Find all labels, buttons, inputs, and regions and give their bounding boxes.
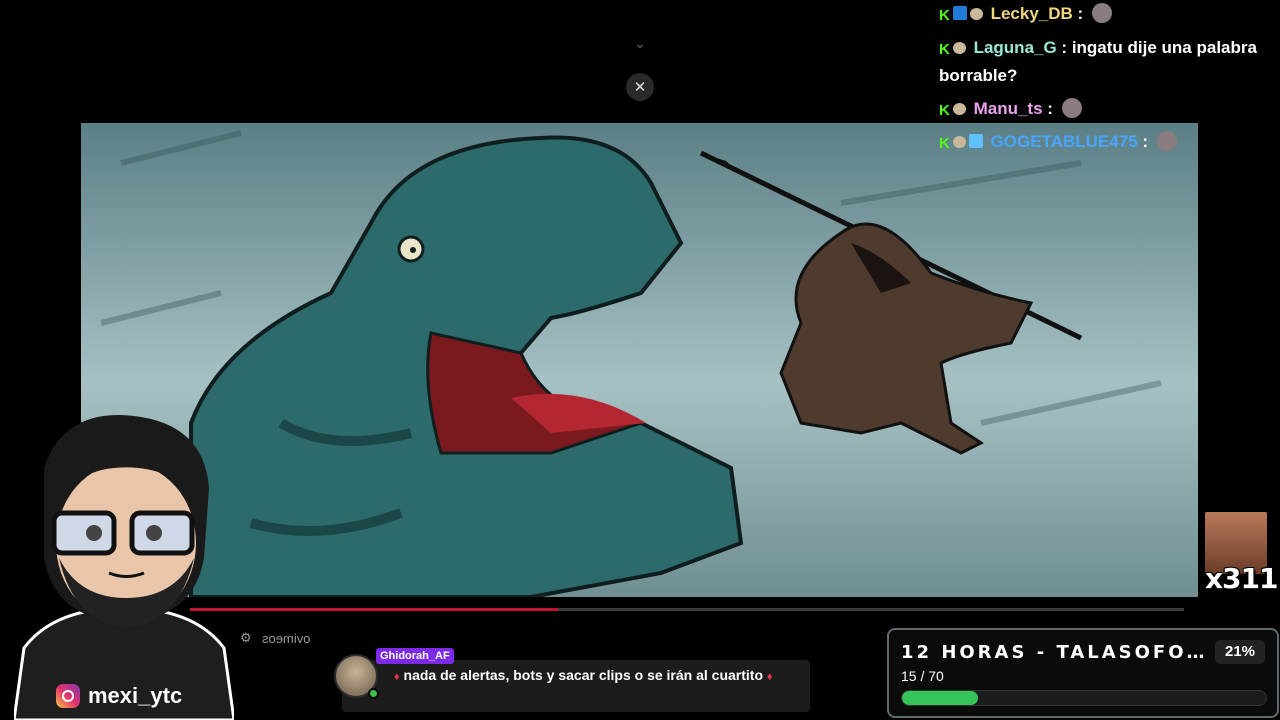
gem-icon: ♦: [394, 671, 400, 683]
goal-title: 12 HORAS - TALASOFO…: [901, 642, 1208, 663]
chat-message: K Lecky_DB :: [939, 0, 1112, 28]
video-progress-fill: [190, 608, 558, 611]
streamer-handle-text: mexi_ytc: [88, 683, 183, 708]
mouse-badge-icon: [952, 42, 966, 54]
kick-badge-icon: K: [939, 7, 950, 24]
emote-icon: [1061, 98, 1082, 118]
chat-username[interactable]: GOGETABLUE475: [991, 132, 1138, 151]
mouse-badge-icon: [952, 103, 966, 115]
mouse-badge-icon: [969, 8, 983, 20]
dinosaur: [189, 135, 744, 597]
highlight-message: nada de alertas, bots y sacar clips o se…: [403, 667, 763, 683]
kick-badge-icon: K: [939, 102, 950, 119]
chat-username[interactable]: Lecky_DB: [991, 4, 1073, 23]
verified-badge-icon: [952, 6, 967, 20]
emote-icon: [1156, 131, 1177, 151]
player-controls: ⚙ ovimeos: [240, 630, 310, 646]
chat-message: K GOGETABLUE475 :: [939, 128, 1177, 156]
hunter: [699, 150, 1083, 455]
emote-counter: x311: [1205, 512, 1279, 595]
emote-icon: [1091, 3, 1112, 23]
online-dot-icon: [368, 688, 379, 699]
chat-message: K Manu_ts :: [939, 95, 1082, 123]
close-button[interactable]: ✕: [626, 73, 654, 101]
goal-progress-fill: [902, 691, 979, 705]
chat-username[interactable]: Manu_ts: [974, 99, 1043, 118]
stream-overlay: ⌄ ✕ ⚙ ovimeos K Lecky_DB: K Laguna_G: …: [0, 0, 1280, 720]
kick-badge-icon: K: [939, 41, 950, 58]
streamer-avatar: [12, 408, 236, 720]
goal-widget: 12 HORAS - TALASOFO… 21% 15 / 70: [887, 628, 1279, 718]
goal-progress-bar: [901, 690, 1267, 706]
video-scene: [100, 130, 1162, 597]
video-progress-bar[interactable]: [190, 608, 1184, 611]
gem-icon: ♦: [766, 671, 773, 683]
mouse-badge-icon: [952, 136, 966, 148]
goal-percent: 21%: [1215, 640, 1265, 664]
chat-message: K Laguna_G : ingatu dije una palabra bor…: [939, 38, 1257, 85]
grid-badge-icon: [968, 134, 983, 148]
highlight-username[interactable]: Ghidorah_AF: [376, 648, 454, 664]
settings-icon[interactable]: ⚙: [240, 630, 252, 646]
streamer-handle: mexi_ytc: [56, 683, 182, 709]
chat-username[interactable]: Laguna_G: [974, 38, 1057, 57]
goal-count: 15 / 70: [901, 668, 944, 684]
counter-text: x311: [1205, 562, 1279, 595]
kick-badge-icon: K: [939, 135, 950, 152]
highlighted-message: Ghidorah_AF ♦ nada de alertas, bots y sa…: [330, 648, 810, 712]
chevron-down-icon[interactable]: ⌄: [628, 32, 652, 54]
highlight-text: ♦ nada de alertas, bots y sacar clips o …: [394, 666, 794, 687]
instagram-icon: [56, 684, 80, 708]
player-controls-label: ovimeos: [261, 630, 311, 646]
video-frame[interactable]: [81, 123, 1198, 597]
